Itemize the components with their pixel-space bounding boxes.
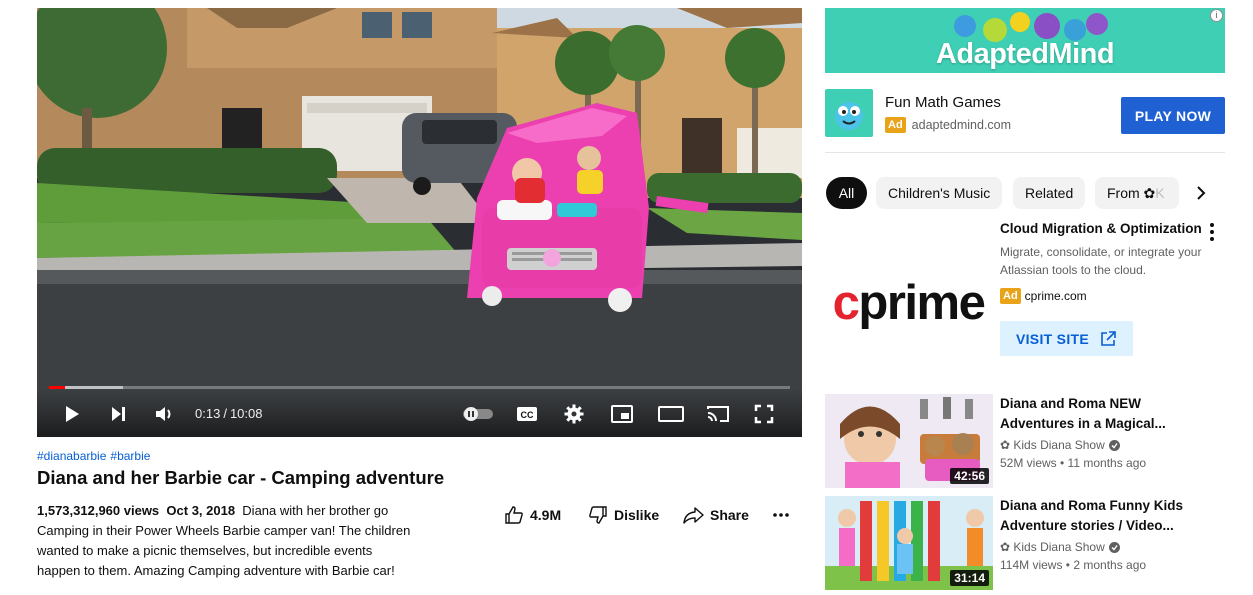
miniplayer-icon (611, 405, 633, 423)
channel-name: ✿ Kids Diana Show (1000, 438, 1105, 452)
ad-badge: Ad (1000, 288, 1021, 304)
autoplay-icon (463, 407, 493, 421)
next-button[interactable] (105, 401, 131, 427)
recommendation-item[interactable]: 42:56 Diana and Roma NEW Adventures in a… (825, 394, 1225, 490)
recommendation-meta: 114M views • 2 months ago (1000, 558, 1147, 572)
hashtags: #dianabarbie #barbie (37, 449, 154, 463)
ad2-title[interactable]: Cloud Migration & Optimization (1000, 221, 1202, 236)
recommendation-meta: 52M views • 11 months ago (1000, 456, 1147, 470)
chips-next-button[interactable] (1190, 182, 1212, 204)
settings-button[interactable] (561, 401, 587, 427)
cast-icon (707, 406, 729, 422)
share-label: Share (710, 507, 749, 523)
recommendation-item[interactable]: 31:14 Diana and Roma Funny Kids Adventur… (825, 496, 1225, 592)
divider (825, 152, 1225, 153)
autoplay-toggle[interactable] (461, 401, 495, 427)
video-player[interactable]: 0:13/10:08 CC (37, 8, 802, 437)
video-thumbnail[interactable]: 31:14 (825, 496, 993, 590)
captions-button[interactable]: CC (514, 401, 540, 427)
verified-icon (1108, 439, 1120, 451)
channel-name: ✿ Kids Diana Show (1000, 540, 1105, 554)
play-now-button[interactable]: PLAY NOW (1121, 97, 1225, 134)
ad-badge: Ad (885, 117, 906, 133)
play-icon (66, 406, 79, 422)
share-button[interactable]: Share (682, 504, 749, 526)
recommendation-channel[interactable]: ✿ Kids Diana Show (1000, 438, 1120, 452)
total-time: 10:08 (229, 406, 263, 421)
video-frame (37, 8, 802, 437)
time-display: 0:13/10:08 (195, 406, 262, 421)
dislike-button[interactable]: Dislike (588, 504, 659, 526)
play-button[interactable] (59, 401, 85, 427)
hashtag-link[interactable]: #barbie (110, 449, 150, 463)
svg-text:CC: CC (521, 410, 534, 420)
duration-badge: 31:14 (950, 570, 989, 586)
current-time: 0:13 (195, 406, 221, 421)
external-link-icon (1101, 330, 1116, 346)
theater-button[interactable] (656, 401, 686, 427)
fullscreen-icon (754, 404, 774, 424)
chip-all[interactable]: All (826, 177, 867, 209)
adaptedmind-logo-icon (835, 102, 863, 130)
theater-mode-icon (658, 406, 684, 422)
fullscreen-button[interactable] (751, 401, 777, 427)
chevron-right-icon (1197, 186, 1206, 200)
ad-logo[interactable] (825, 89, 873, 137)
closed-captions-icon: CC (517, 407, 537, 421)
like-button[interactable]: 4.9M (504, 504, 561, 526)
chip-childrens-music[interactable]: Children's Music (876, 177, 1003, 209)
recommendation-title[interactable]: Diana and Roma Funny Kids Adventure stor… (1000, 496, 1210, 536)
time-separator: / (223, 406, 227, 421)
visit-site-label: VISIT SITE (1015, 330, 1089, 347)
verified-icon (1108, 541, 1120, 553)
video-title: Diana and her Barbie car - Camping adven… (37, 467, 445, 488)
gear-icon (564, 404, 584, 424)
ad2-description: Migrate, consolidate, or integrate your … (1000, 245, 1202, 277)
upload-date: Oct 3, 2018 (166, 503, 236, 518)
skip-next-icon (112, 407, 125, 421)
volume-icon (156, 407, 171, 421)
player-controls: 0:13/10:08 CC (37, 389, 802, 437)
ad2-domain: cprime.com (1024, 289, 1087, 303)
ad-domain: adaptedmind.com (911, 118, 1012, 132)
ad-banner-logo: AdaptedMind (935, 38, 1115, 70)
cprime-ad-thumbnail[interactable]: cprime (825, 220, 992, 386)
view-count: 1,573,312,960 views (37, 503, 160, 518)
hashtag-link[interactable]: #dianabarbie (37, 449, 106, 463)
duration-badge: 42:56 (950, 468, 989, 484)
recommendation-channel[interactable]: ✿ Kids Diana Show (1000, 540, 1120, 554)
miniplayer-button[interactable] (609, 401, 635, 427)
ad-info-icon[interactable]: i (1210, 9, 1223, 22)
video-thumbnail[interactable]: 42:56 (825, 394, 993, 488)
more-horizontal-icon (773, 513, 789, 517)
thumbs-down-icon (589, 506, 607, 524)
video-description-box[interactable]: 1,573,312,960 views Oct 3, 2018 Diana wi… (37, 501, 417, 581)
cprime-logo: cprime (832, 276, 986, 330)
ad-domain-row: Ad adaptedmind.com (885, 117, 1011, 133)
ad-title[interactable]: Fun Math Games (885, 94, 1001, 111)
share-icon (683, 507, 704, 524)
volume-button[interactable] (152, 401, 178, 427)
chip-related[interactable]: Related (1013, 177, 1086, 209)
more-actions-button[interactable] (772, 504, 796, 526)
thumbs-up-icon (505, 506, 523, 524)
ad2-more-button[interactable] (1204, 222, 1220, 242)
like-count: 4.9M (530, 507, 562, 523)
ad-banner[interactable]: AdaptedMind (825, 8, 1225, 73)
recommendation-title[interactable]: Diana and Roma NEW Adventures in a Magic… (1000, 394, 1210, 434)
visit-site-button[interactable]: VISIT SITE (1000, 321, 1133, 356)
chip-from-channel[interactable]: From ✿ K (1095, 177, 1179, 209)
cast-button[interactable] (705, 401, 731, 427)
more-vert-icon (1210, 223, 1214, 227)
dislike-label: Dislike (614, 507, 660, 523)
ad2-domain-row: Ad cprime.com (1000, 288, 1087, 304)
